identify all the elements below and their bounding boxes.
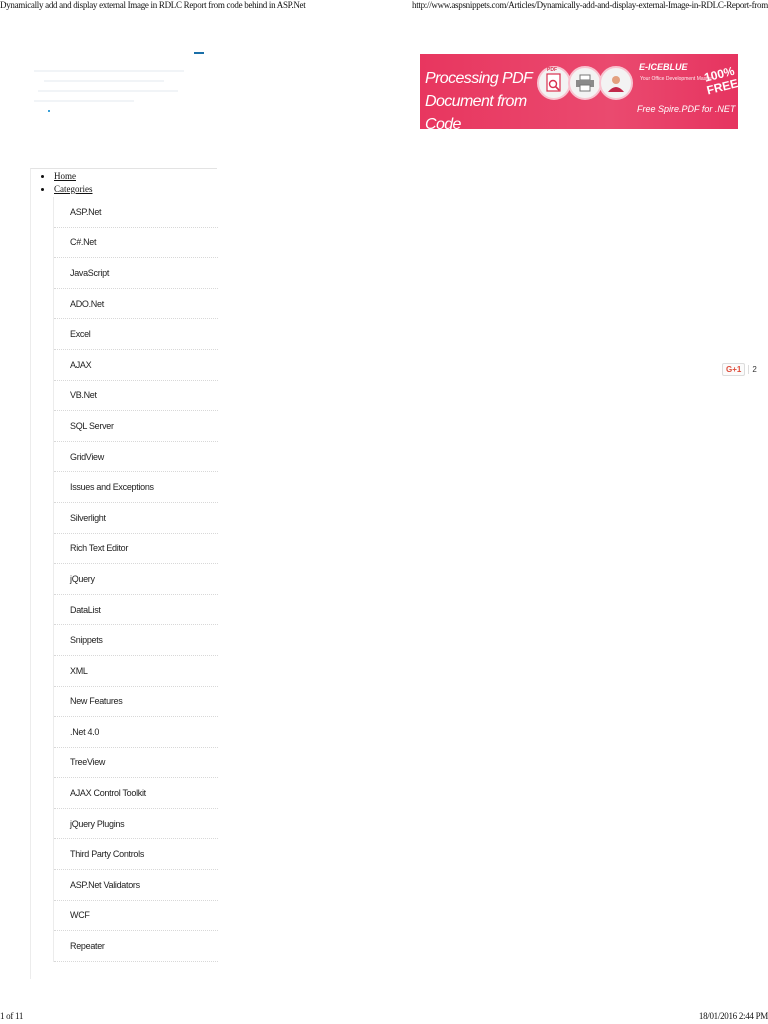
print-footer: 1 of 11 18/01/2016 2:44 PM (0, 1010, 768, 1024)
category-item[interactable]: C#.Net (54, 228, 218, 259)
site-logo[interactable] (32, 52, 206, 112)
category-item[interactable]: jQuery (54, 564, 218, 595)
print-page-number: 1 of 11 (0, 1011, 24, 1021)
category-item[interactable]: ASP.Net Validators (54, 870, 218, 901)
bullet-icon (41, 187, 44, 191)
category-item[interactable]: DataList (54, 595, 218, 626)
category-item[interactable]: AJAX Control Toolkit (54, 778, 218, 809)
category-item[interactable]: ADO.Net (54, 289, 218, 320)
category-list: ASP.Net C#.Net JavaScript ADO.Net Excel … (53, 197, 218, 962)
google-plus-widget: G+1 2 (722, 361, 757, 377)
logo-accent-bottom (48, 110, 50, 112)
category-item[interactable]: jQuery Plugins (54, 809, 218, 840)
ad-free-badge: 100% FREE (702, 63, 738, 98)
category-item[interactable]: Excel (54, 319, 218, 350)
category-item[interactable]: ASP.Net (54, 197, 218, 228)
nav-item-categories: Categories (41, 184, 93, 194)
ad-pdf-badge: PDF (547, 67, 557, 73)
nav-item-home: Home (41, 171, 76, 181)
category-item[interactable]: Silverlight (54, 503, 218, 534)
category-item[interactable]: .Net 4.0 (54, 717, 218, 748)
ad-headline: Processing PDF Document from Code (425, 67, 537, 129)
category-item[interactable]: Third Party Controls (54, 839, 218, 871)
category-item[interactable]: Snippets (54, 625, 218, 656)
category-item[interactable]: XML (54, 656, 218, 687)
ad-headline-line1: Processing PDF (425, 70, 533, 87)
logo-faded-image (34, 62, 194, 110)
category-item[interactable]: SQL Server (54, 411, 218, 442)
print-header: Dynamically add and display external Ima… (0, 0, 768, 12)
sidebar-nav: Home Categories ASP.Net C#.Net JavaScrip… (30, 168, 218, 979)
print-date: 18/01/2016 2:44 PM (698, 1011, 768, 1021)
ad-product-name: Free Spire.PDF for .NET (637, 104, 736, 114)
logo-accent-top (194, 52, 204, 54)
print-page-url: http://www.aspsnippets.com/Articles/Dyna… (412, 0, 768, 10)
bullet-icon (41, 174, 44, 178)
category-item[interactable]: GridView (54, 442, 218, 473)
ad-banner-spire-pdf[interactable]: Processing PDF Document from Code PDF E-… (420, 54, 738, 129)
category-item[interactable]: New Features (54, 687, 218, 718)
google-plus-count: 2 (748, 364, 757, 374)
category-item[interactable]: JavaScript (54, 258, 218, 289)
ad-brand-tagline: Your Office Development Master (640, 76, 712, 82)
category-item[interactable]: VB.Net (54, 381, 218, 412)
category-item[interactable]: TreeView (54, 748, 218, 779)
category-item[interactable]: AJAX (54, 350, 218, 381)
print-page-title: Dynamically add and display external Ima… (0, 0, 306, 10)
categories-link[interactable]: Categories (54, 184, 93, 194)
category-item[interactable]: Rich Text Editor (54, 534, 218, 565)
home-link[interactable]: Home (54, 171, 76, 181)
ad-brand-name: E-ICEBLUE (639, 62, 688, 72)
category-item[interactable]: Issues and Exceptions (54, 472, 218, 503)
google-plus-icon[interactable]: G+1 (722, 362, 746, 376)
category-item[interactable]: WCF (54, 901, 218, 932)
category-item[interactable]: Repeater (54, 931, 218, 962)
ad-headline-line2: Document from Code (425, 93, 527, 129)
developer-avatar-icon (599, 66, 633, 100)
printer-icon (568, 66, 602, 100)
